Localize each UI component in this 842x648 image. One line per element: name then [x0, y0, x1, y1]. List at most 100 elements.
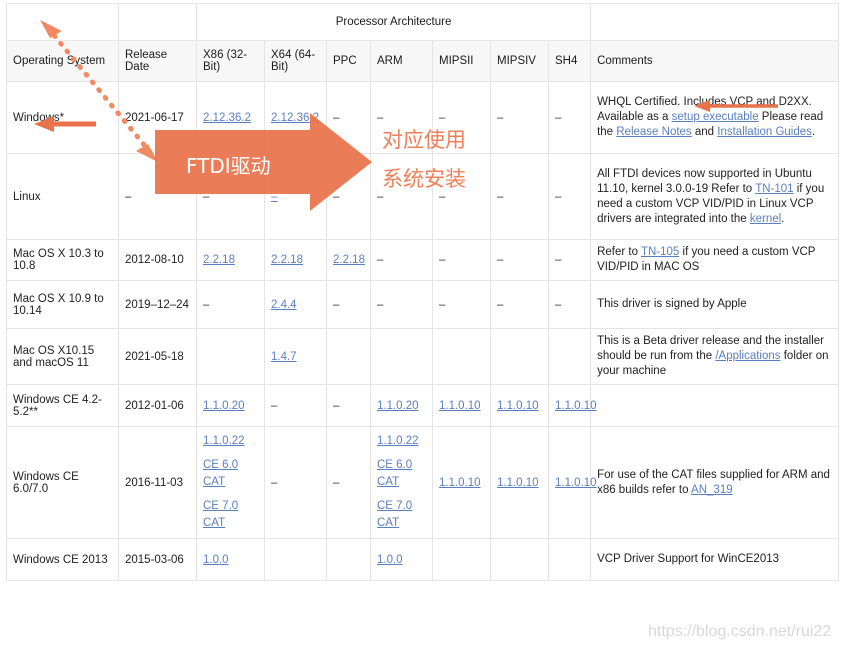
table-row: Mac OS X 10.9 to 10.14 2019–12–24–2.4.4– –…	[6, 280, 840, 329]
cell-x86[interactable]: 2.12.36.2	[196, 81, 265, 154]
cell-operating-system: Windows*	[6, 81, 119, 154]
cell-x86: –	[196, 280, 265, 329]
cell-arm: –	[370, 81, 433, 154]
cell-mipsii: –	[432, 153, 491, 240]
cell-release-date: 2019–12–24	[118, 280, 197, 329]
version-link[interactable]: 2.12.36.2	[203, 112, 251, 124]
column-header-x86: X86 (32-Bit)	[196, 40, 265, 82]
cell-ppc	[326, 328, 371, 385]
cell-mipsiv[interactable]: 1.1.0.10	[490, 426, 549, 539]
comment-link[interactable]: TN-101	[755, 183, 793, 195]
cell-mipsii[interactable]: 1.1.0.10	[432, 384, 491, 427]
cell-mipsiv: –	[490, 81, 549, 154]
cell-x64: –	[264, 384, 327, 427]
version-link[interactable]: 1.4.7	[271, 351, 297, 363]
version-link[interactable]: 2.4.4	[271, 299, 297, 311]
driver-version-table: Processor Architecture Operating System …	[6, 3, 840, 581]
table-row: Linux – – – – – – – – All FTDI devices now suppor…	[6, 153, 840, 240]
comment-link[interactable]: TN-105	[641, 246, 679, 258]
cell-x64[interactable]: 2.12.36.2	[264, 81, 327, 154]
cell-x86[interactable]: 1.1.0.22 CE 6.0 CAT CE 7.0 CAT	[196, 426, 265, 539]
cell-x64[interactable]: 1.4.7	[264, 328, 327, 385]
cell-ppc	[326, 538, 371, 581]
table-row: Mac OS X10.15 and macOS 11 2021-05-18 1.4.…	[6, 328, 840, 385]
version-link[interactable]: 2.12.36.2	[271, 112, 319, 124]
comment-link[interactable]: /Applications	[715, 350, 780, 362]
cell-arm[interactable]: 1.1.0.20	[370, 384, 433, 427]
version-link[interactable]: 1.1.0.22	[203, 435, 245, 447]
cell-mipsiv[interactable]: 1.1.0.10	[490, 384, 549, 427]
cell-release-date: 2016-11-03	[118, 426, 197, 539]
cell-x86[interactable]: 2.2.18	[196, 239, 265, 281]
comment-link[interactable]: setup executable	[672, 111, 759, 123]
version-link[interactable]: 1.0.0	[377, 554, 403, 566]
comment-link[interactable]: AN_319	[691, 484, 733, 496]
cell-x86[interactable]: 1.0.0	[196, 538, 265, 581]
version-link[interactable]: 1.1.0.10	[439, 477, 481, 489]
cell-arm: –	[370, 153, 433, 240]
version-link[interactable]: 1.1.0.22	[377, 435, 419, 447]
version-link[interactable]: 2.2.18	[203, 254, 235, 266]
version-link[interactable]: CE 7.0 CAT	[377, 500, 412, 529]
cell-mipsii[interactable]: 1.1.0.10	[432, 426, 491, 539]
cell-x86: –	[196, 153, 265, 240]
version-link[interactable]: 1.1.0.20	[203, 400, 245, 412]
cell-ppc: –	[326, 153, 371, 240]
cell-arm[interactable]: 1.0.0	[370, 538, 433, 581]
cell-release-date: 2021-06-17	[118, 81, 197, 154]
version-link[interactable]: 2.2.18	[271, 254, 303, 266]
cell-ppc[interactable]: 2.2.18	[326, 239, 371, 281]
version-link[interactable]: 1.1.0.20	[377, 400, 419, 412]
cell-operating-system: Mac OS X10.15 and macOS 11	[6, 328, 119, 385]
version-link[interactable]: 1.1.0.10	[555, 400, 597, 412]
comment-link[interactable]: Installation Guides	[717, 126, 812, 138]
column-header-comments: Comments	[590, 40, 840, 82]
cell-ppc: –	[326, 280, 371, 329]
table-row: Windows CE 2013 2015-03-06 1.0.0 1.0.0 VCP D…	[6, 538, 840, 581]
comment-link[interactable]: kernel	[750, 213, 781, 225]
cell-ppc: –	[326, 81, 371, 154]
cell-comments	[590, 384, 840, 427]
table-row: Windows CE 6.0/7.0 2016-11-03 1.1.0.22 CE 6…	[6, 426, 840, 539]
column-header-release-date: Release Date	[118, 40, 197, 82]
cell-x64[interactable]: –	[264, 153, 327, 240]
cell-sh4[interactable]: 1.1.0.10	[547, 426, 597, 539]
column-header-operating-system: Operating System	[6, 40, 119, 82]
version-link[interactable]: –	[271, 191, 277, 203]
version-link[interactable]: 1.1.0.10	[439, 400, 481, 412]
version-link[interactable]: CE 6.0 CAT	[377, 459, 412, 488]
page-root: Processor Architecture Operating System …	[0, 0, 842, 648]
version-link[interactable]: CE 6.0 CAT	[203, 459, 238, 488]
cell-sh4[interactable]: 1.1.0.10	[547, 384, 597, 427]
cell-release-date: 2021-05-18	[118, 328, 197, 385]
table-row: Mac OS X 10.3 to 10.8 2012-08-10 2.2.18 2.2…	[6, 239, 840, 281]
comment-link[interactable]: Release Notes	[616, 126, 691, 138]
version-link[interactable]: 1.1.0.10	[555, 477, 597, 489]
cell-mipsii	[432, 538, 491, 581]
cell-operating-system: Mac OS X 10.9 to 10.14	[6, 280, 119, 329]
csdn-watermark: https://blog.csdn.net/rui22	[648, 623, 832, 640]
version-link[interactable]: 1.1.0.10	[497, 400, 539, 412]
cell-operating-system: Windows CE 6.0/7.0	[6, 426, 119, 539]
cell-sh4	[547, 328, 592, 385]
cell-arm[interactable]: 1.1.0.22 CE 6.0 CAT CE 7.0 CAT	[370, 426, 433, 539]
version-link[interactable]: 1.1.0.10	[497, 477, 539, 489]
cell-x64[interactable]: 2.2.18	[264, 239, 327, 281]
cell-x64[interactable]: 2.4.4	[264, 280, 327, 329]
table-group-header-row: Processor Architecture	[6, 3, 840, 41]
cell-comments: For use of the CAT files supplied for AR…	[590, 426, 840, 539]
cell-comments: This is a Beta driver release and the in…	[590, 328, 840, 385]
version-link[interactable]: CE 7.0 CAT	[203, 500, 238, 529]
cell-comments: Refer to TN-105 if you need a custom VCP…	[590, 239, 840, 281]
cell-ppc: –	[326, 426, 371, 539]
cell-mipsiv	[490, 328, 549, 385]
cell-operating-system: Windows CE 2013	[6, 538, 119, 581]
column-header-ppc: PPC	[326, 40, 371, 82]
cell-mipsiv	[490, 538, 549, 581]
version-link[interactable]: 1.0.0	[203, 554, 229, 566]
cell-x86	[196, 328, 265, 385]
column-header-mipsiv: MIPSIV	[490, 40, 549, 82]
version-link[interactable]: 2.2.18	[333, 254, 365, 266]
cell-x86[interactable]: 1.1.0.20	[196, 384, 265, 427]
cell-comments: VCP Driver Support for WinCE2013	[590, 538, 840, 581]
